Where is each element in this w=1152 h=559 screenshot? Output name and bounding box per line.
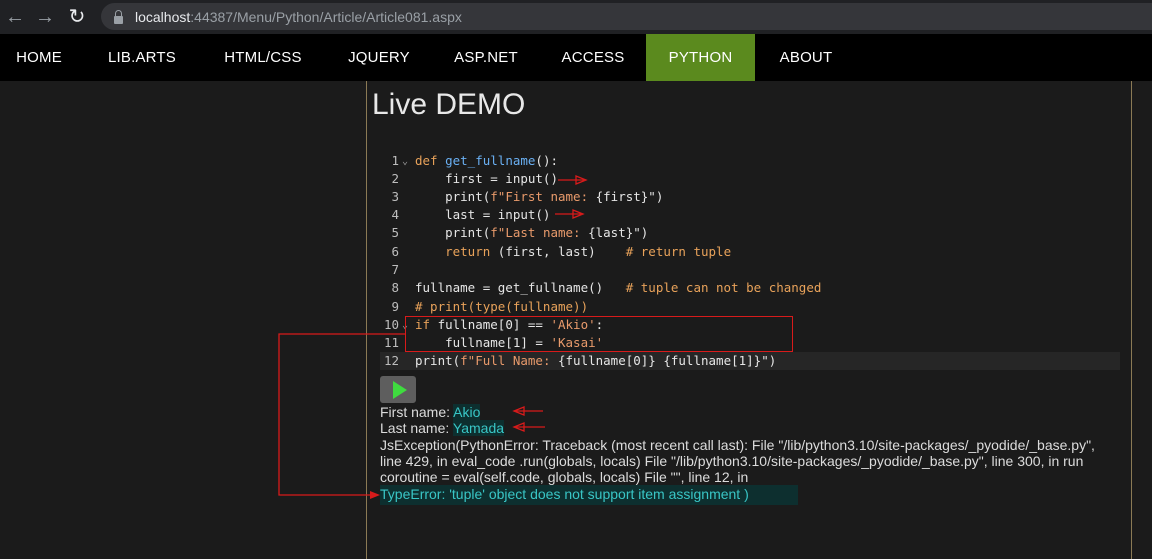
- annotation-connector: [278, 333, 405, 496]
- annotation-arrowhead: [370, 491, 380, 499]
- annotation-arrows: [278, 175, 588, 499]
